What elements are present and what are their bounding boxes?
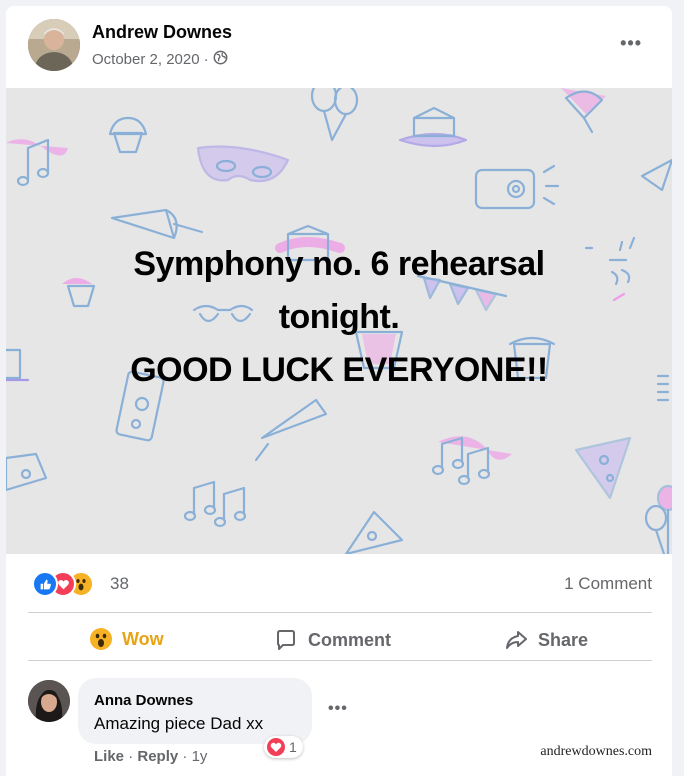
banner-line-3: GOOD LUCK EVERYONE!! bbox=[130, 351, 548, 389]
comment-label: Comment bbox=[308, 629, 392, 650]
post-card: Andrew Downes October 2, 2020 · ••• Symp… bbox=[6, 6, 672, 776]
comment-reply-link[interactable]: Reply bbox=[137, 748, 178, 765]
banner-line-1: Symphony no. 6 rehearsal bbox=[133, 245, 545, 283]
comment-age[interactable]: 1y bbox=[192, 748, 208, 765]
commenter-avatar[interactable] bbox=[28, 680, 70, 722]
post-meta: October 2, 2020 · bbox=[92, 50, 228, 69]
wow-icon bbox=[90, 628, 112, 650]
love-reaction-icon bbox=[267, 738, 285, 756]
post-image[interactable]: Symphony no. 6 rehearsal tonight. GOOD L… bbox=[6, 88, 672, 554]
share-label: Share bbox=[538, 629, 589, 650]
commenter-name[interactable]: Anna Downes bbox=[94, 692, 193, 709]
wow-label: Wow bbox=[122, 628, 164, 649]
share-icon bbox=[506, 631, 527, 649]
wow-button[interactable]: Wow bbox=[90, 628, 164, 650]
reaction-icons[interactable] bbox=[32, 571, 102, 597]
date-separator: · bbox=[203, 51, 209, 68]
post-header: Andrew Downes October 2, 2020 · ••• bbox=[6, 6, 672, 88]
watermark: andrewdownes.com bbox=[540, 744, 652, 759]
post-date[interactable]: October 2, 2020 bbox=[92, 51, 200, 68]
comment-text: Amazing piece Dad xx bbox=[94, 714, 264, 733]
comment-sep: · bbox=[182, 748, 188, 765]
comment-reaction-count: 1 bbox=[289, 739, 297, 755]
comment-actions: Like · Reply · 1y bbox=[94, 748, 207, 765]
share-button[interactable]: Share bbox=[504, 628, 588, 652]
comment-bubble: Anna Downes Amazing piece Dad xx bbox=[78, 678, 312, 744]
post-options-button[interactable]: ••• bbox=[620, 33, 642, 54]
comment-item: Anna Downes Amazing piece Dad xx ••• 1 L… bbox=[6, 668, 672, 776]
comments-count-link[interactable]: 1 Comment bbox=[564, 574, 652, 594]
author-avatar[interactable] bbox=[28, 19, 80, 71]
comment-like-link[interactable]: Like bbox=[94, 748, 124, 765]
like-reaction-icon bbox=[32, 571, 58, 597]
globe-icon bbox=[213, 50, 228, 69]
comment-reaction-badge[interactable]: 1 bbox=[264, 736, 303, 758]
banner-line-2: tonight. bbox=[278, 298, 400, 336]
comment-sep: · bbox=[128, 748, 134, 765]
comment-icon bbox=[277, 630, 295, 650]
comment-button[interactable]: Comment bbox=[274, 628, 391, 652]
reaction-stats: 38 1 Comment bbox=[6, 554, 672, 612]
reaction-count[interactable]: 38 bbox=[110, 574, 129, 594]
author-name[interactable]: Andrew Downes bbox=[92, 22, 232, 43]
comment-options-button[interactable]: ••• bbox=[328, 700, 348, 718]
divider bbox=[28, 660, 652, 661]
